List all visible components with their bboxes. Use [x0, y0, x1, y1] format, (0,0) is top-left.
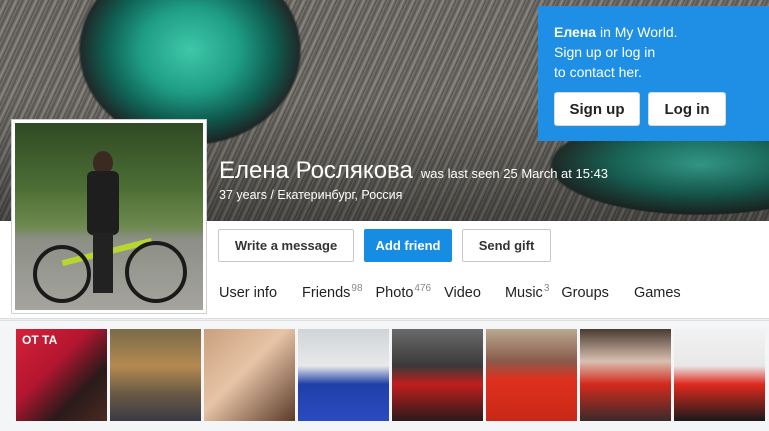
profile-page: Елена in My World. Sign up or log in to …: [0, 0, 769, 431]
promo-name: Елена: [554, 24, 597, 40]
tab-label: Friends: [302, 285, 351, 301]
signup-promo: Елена in My World. Sign up or log in to …: [538, 6, 769, 141]
tab-label: Games: [633, 285, 681, 301]
profile-name-row: Елена Рослякова was last seen 25 March a…: [219, 157, 608, 185]
tab-video[interactable]: Video: [444, 285, 481, 301]
send-gift-button[interactable]: Send gift: [462, 229, 551, 262]
photo-thumbnail[interactable]: [486, 329, 577, 421]
promo-buttons: Sign up Log in: [554, 92, 726, 126]
tab-user-info[interactable]: User info: [219, 285, 277, 301]
tab-label: Video: [444, 285, 481, 301]
tab-count: 476: [414, 283, 432, 294]
person-figure: [83, 151, 123, 301]
person-body: [87, 171, 119, 235]
write-message-button[interactable]: Write a message: [218, 229, 354, 262]
photo-thumbnail[interactable]: [110, 329, 201, 421]
tab-label: Photo: [375, 285, 414, 301]
tab-label: Groups: [561, 285, 609, 301]
promo-text-suffix: in My World.: [596, 24, 678, 40]
tab-friends[interactable]: Friends 98: [302, 283, 363, 301]
tab-label: Music: [504, 285, 543, 301]
avatar[interactable]: [12, 120, 206, 313]
tab-music[interactable]: Music 3: [504, 283, 550, 301]
bike-wheel-back: [125, 241, 187, 303]
promo-line2: Sign up or log in: [554, 44, 656, 60]
photo-thumbnail[interactable]: [298, 329, 389, 421]
add-friend-button[interactable]: Add friend: [364, 229, 452, 262]
photo-thumbnail[interactable]: [392, 329, 483, 421]
tab-count: 3: [543, 283, 550, 294]
promo-line3: to contact her.: [554, 64, 642, 80]
tab-photo[interactable]: Photo 476: [375, 283, 432, 301]
photo-thumbnail[interactable]: [204, 329, 295, 421]
profile-name: Елена Рослякова: [219, 157, 413, 184]
profile-subinfo: 37 years / Екатеринбург, Россия: [219, 188, 403, 202]
tab-count: 98: [351, 283, 363, 294]
tab-groups[interactable]: Groups: [561, 285, 609, 301]
profile-actions: Write a message Add friend Send gift: [218, 229, 551, 262]
photo-thumbnail[interactable]: ОТ ТА: [16, 329, 107, 421]
photo-thumbnail[interactable]: [674, 329, 765, 421]
avatar-photo[interactable]: [15, 123, 203, 310]
tab-games[interactable]: Games: [634, 285, 681, 301]
last-seen: was last seen 25 March at 15:43: [420, 166, 609, 181]
sign-up-button[interactable]: Sign up: [554, 92, 640, 126]
log-in-button[interactable]: Log in: [648, 92, 726, 126]
photo-thumbnail[interactable]: [580, 329, 671, 421]
tab-label: User info: [219, 285, 278, 301]
profile-tabs: User info Friends 98 Photo 476 Video Music…: [219, 283, 681, 301]
photo-strip: ОТ ТА: [0, 320, 769, 431]
photo-caption: ОТ ТА: [22, 333, 58, 347]
person-legs: [93, 233, 113, 293]
promo-text: Елена in My World. Sign up or log in to …: [554, 22, 753, 82]
